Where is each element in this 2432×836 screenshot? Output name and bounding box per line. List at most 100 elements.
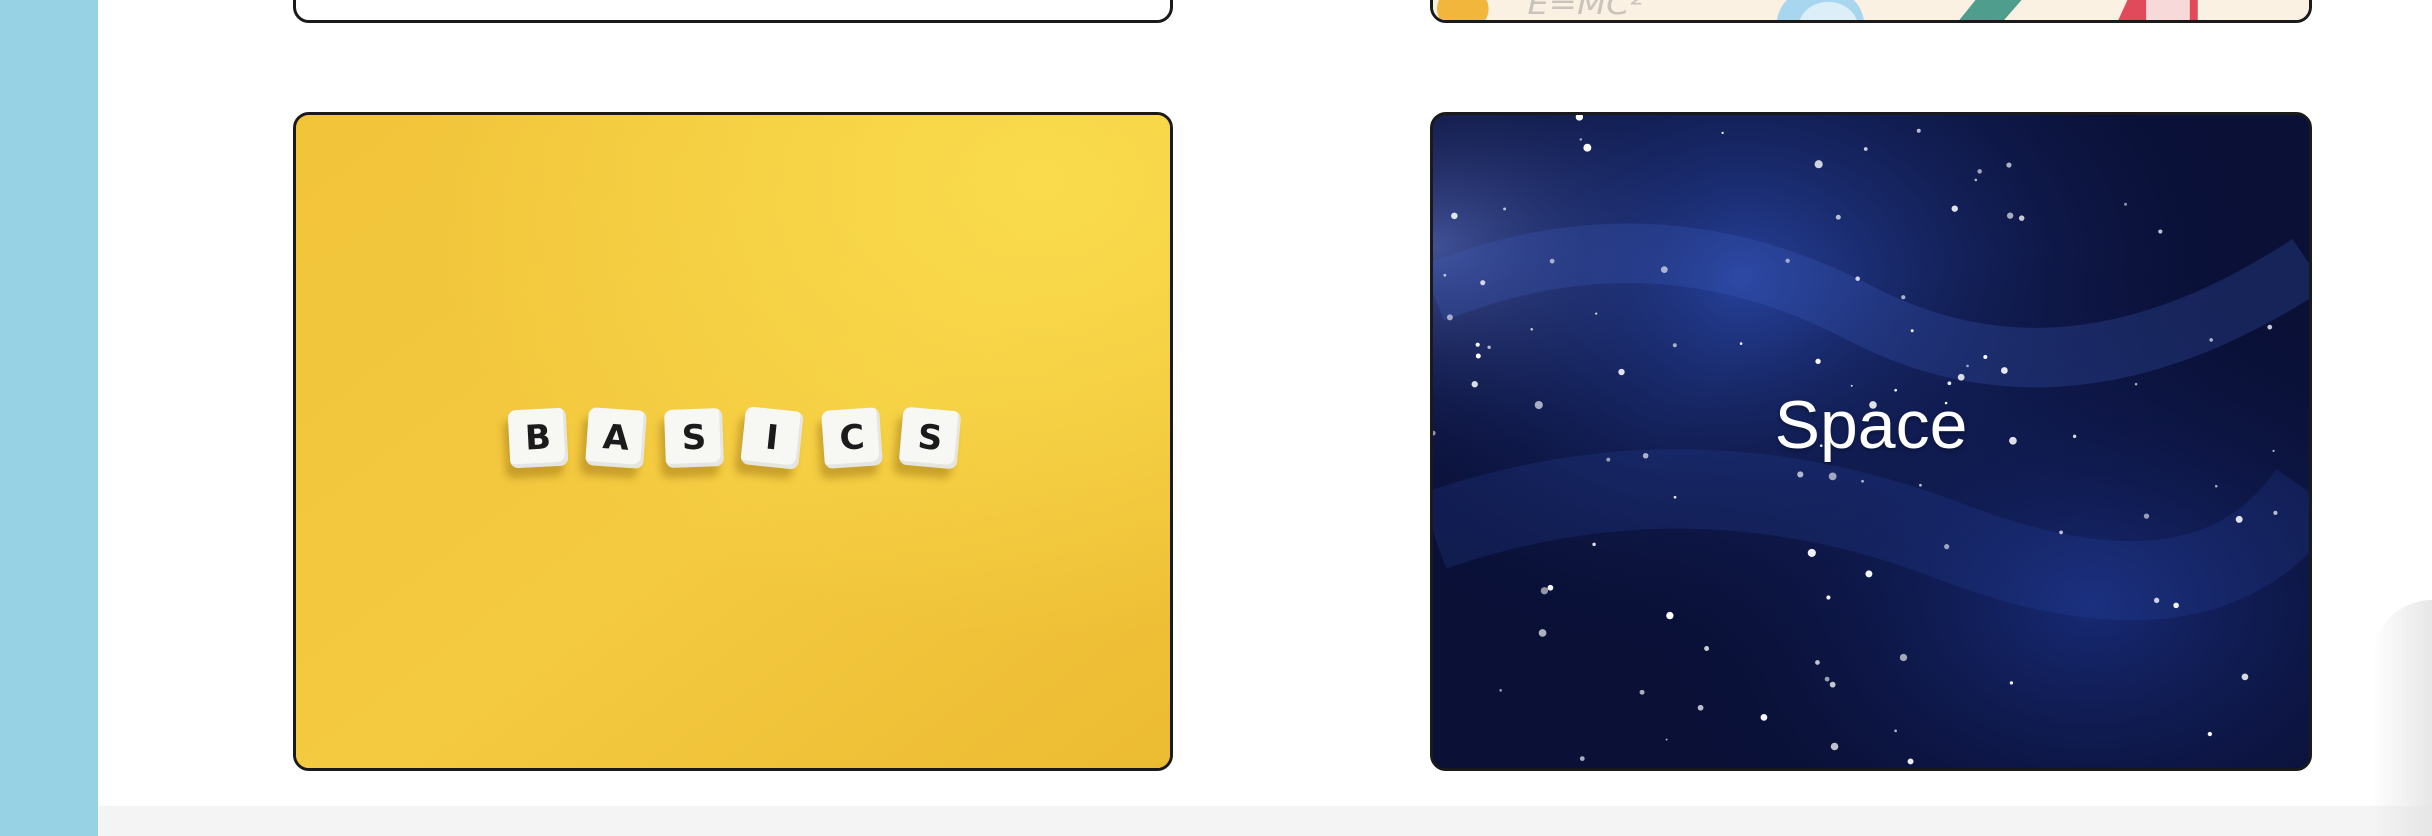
star-dot <box>1830 742 1839 751</box>
star-dot <box>1595 312 1598 315</box>
letter-die: S <box>898 406 962 470</box>
star-dot <box>1861 479 1864 483</box>
star-dot <box>2006 162 2012 168</box>
star-dot <box>2124 202 2128 206</box>
star-dot <box>2009 681 2014 685</box>
star-dot <box>2006 212 2014 219</box>
left-sidebar-rail <box>0 0 98 836</box>
star-dot <box>1721 131 1724 135</box>
topic-card-space[interactable]: Space <box>1430 112 2312 771</box>
space-card-label: Space <box>1774 387 1968 463</box>
star-dot <box>1475 353 1481 359</box>
star-dot <box>1672 343 1677 348</box>
star-dot <box>1540 587 1549 595</box>
star-dot <box>1538 629 1547 637</box>
topic-grid-page: E=MC² B A S I C S Space <box>0 0 2432 836</box>
star-dot <box>1865 570 1873 578</box>
star-dot <box>1475 342 1480 347</box>
topic-card-basics[interactable]: B A S I C S <box>293 112 1173 771</box>
star-dot <box>1665 738 1668 741</box>
letter-die: A <box>585 407 647 469</box>
star-dot <box>1899 653 1908 662</box>
star-dot <box>1443 273 1447 277</box>
star-dot <box>2153 597 2160 604</box>
star-dot <box>1977 169 1982 174</box>
star-dot <box>1910 329 1914 333</box>
star-dot <box>1907 758 1914 765</box>
star-dot <box>2209 338 2213 342</box>
star-dot <box>1944 544 1950 550</box>
scroll-corner-shadow <box>2372 600 2432 836</box>
star-dot <box>2059 530 2063 535</box>
star-dot <box>1807 548 1816 557</box>
star-dot <box>1480 280 1486 286</box>
basics-dice-row: B A S I C S <box>507 406 965 481</box>
star-dot <box>1828 472 1837 481</box>
star-dot <box>1471 381 1478 388</box>
topic-card-top-left[interactable] <box>293 0 1173 23</box>
star-dot <box>1660 266 1668 273</box>
letter-die: C <box>821 407 883 469</box>
star-dot <box>1547 584 1554 591</box>
star-dot <box>1583 143 1592 152</box>
star-dot <box>1855 276 1860 281</box>
star-dot <box>1487 345 1491 349</box>
star-dot <box>1797 471 1804 478</box>
star-dot <box>1639 689 1645 695</box>
star-dot <box>1785 258 1790 263</box>
star-dot <box>1901 295 1906 300</box>
star-dot <box>1530 327 1534 331</box>
star-dot <box>1863 147 1868 151</box>
star-dot <box>1760 713 1768 721</box>
star-dot <box>2001 367 2008 374</box>
star-dot <box>1814 160 1823 169</box>
star-dot <box>1974 178 1978 182</box>
topic-card-top-right[interactable]: E=MC² <box>1430 0 2312 23</box>
star-dot <box>2207 731 2213 737</box>
star-dot <box>2267 324 2273 330</box>
star-dot <box>2214 484 2218 488</box>
star-dot <box>1579 756 1585 761</box>
star-dot <box>1824 676 1830 682</box>
star-dot <box>2143 513 2150 519</box>
star-dot <box>1829 681 1836 688</box>
star-dot <box>1549 258 1555 264</box>
star-dot <box>1966 364 1969 368</box>
star-dot <box>1919 483 1922 487</box>
star-dot <box>1826 595 1831 600</box>
star-dot <box>1815 358 1821 365</box>
star-dot <box>2273 510 2278 515</box>
letter-die: S <box>664 408 724 468</box>
star-dot <box>1666 611 1674 620</box>
star-dot <box>1451 212 1458 220</box>
star-dot <box>1947 381 1952 386</box>
star-dot <box>1739 342 1743 345</box>
star-dot <box>2235 515 2243 523</box>
letter-die: B <box>507 407 569 469</box>
star-dot <box>2158 229 2163 234</box>
star-dot <box>2134 382 2138 386</box>
star-dot <box>2018 215 2025 221</box>
star-dot <box>1835 214 1841 220</box>
star-dot <box>1815 660 1820 665</box>
star-dot <box>1697 704 1704 711</box>
star-dot <box>2241 673 2249 681</box>
star-dot <box>1957 373 1965 381</box>
page-footer-band <box>98 806 2432 836</box>
star-dot <box>2173 602 2179 609</box>
star-dot <box>1983 354 1988 359</box>
star-dot <box>1503 207 1507 211</box>
star-dot <box>1579 138 1583 141</box>
star-dot <box>1592 542 1596 547</box>
star-dot <box>1704 646 1710 651</box>
star-dot <box>1951 205 1958 212</box>
star-dot <box>1446 314 1453 321</box>
science-illustration-image: E=MC² <box>1433 0 2309 20</box>
star-dot <box>1673 495 1677 499</box>
letter-die: I <box>740 406 804 470</box>
star-dot <box>1894 729 1897 733</box>
star-dot <box>1618 368 1625 376</box>
star-dot <box>1499 689 1502 692</box>
svg-text:E=MC²: E=MC² <box>1527 0 1643 20</box>
star-dot <box>1916 128 1921 133</box>
